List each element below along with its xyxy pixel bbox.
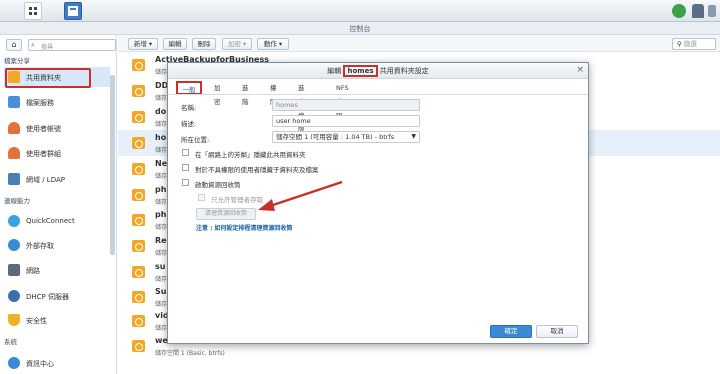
annotation-arrow xyxy=(258,180,343,211)
